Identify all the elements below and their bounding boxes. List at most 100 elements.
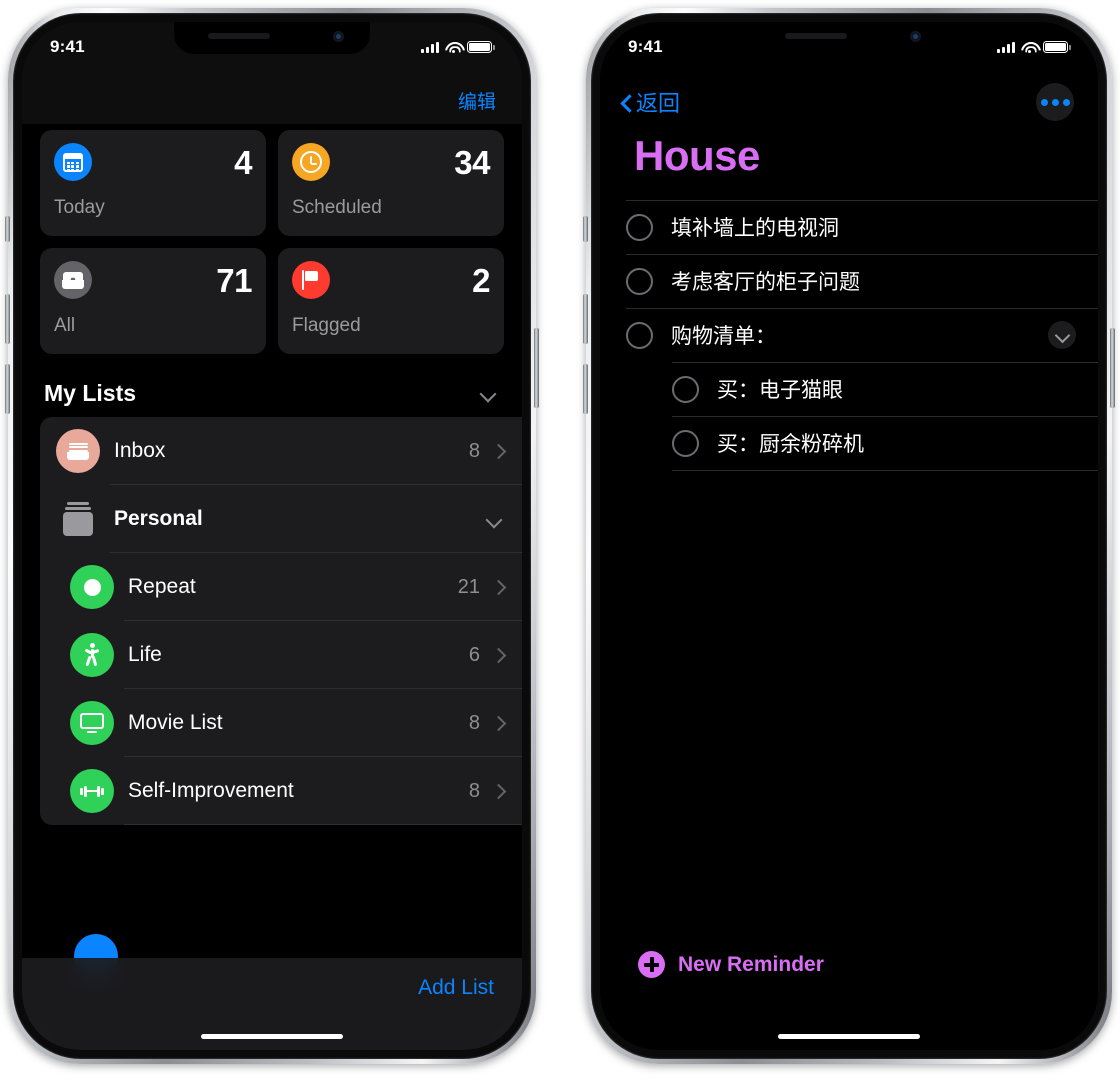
card-label-all: All — [54, 315, 76, 336]
power-button[interactable] — [1110, 328, 1115, 408]
left-screen: 编辑 9:41 4 Today 34 Scheduled 71 All 2 Fl… — [22, 22, 522, 1050]
walking-person-icon — [70, 633, 114, 677]
power-button[interactable] — [534, 328, 539, 408]
earpiece-speaker — [208, 33, 270, 39]
card-top-row: 71 — [54, 261, 252, 299]
inbox-tray-icon — [56, 429, 100, 473]
edit-button[interactable]: 编辑 — [458, 87, 496, 114]
row-separator — [626, 254, 1098, 255]
ellipsis-dot — [1051, 98, 1059, 106]
status-indicators — [421, 35, 495, 54]
tv-icon — [70, 701, 114, 745]
smart-card-all[interactable]: 71 All — [40, 248, 266, 354]
right-phone: 9:41 返回 House 填补墙上的电视洞 考虑客厅的柜子问题 购物清单： 买… — [583, 8, 1115, 1064]
mute-switch[interactable] — [5, 216, 10, 242]
list-group-personal[interactable]: Personal — [40, 485, 522, 553]
my-lists-header[interactable]: My Lists — [22, 354, 522, 417]
reminder-text-5: 买：厨余粉碎机 — [717, 433, 864, 456]
my-lists-container: Inbox 8 Personal Repeat 21 Life 6 Movie … — [40, 417, 522, 825]
reminder-checkbox[interactable] — [672, 375, 699, 403]
list-row-self-improvement[interactable]: Self-Improvement 8 — [40, 757, 522, 825]
status-time: 9:41 — [628, 37, 663, 56]
status-time: 9:41 — [50, 37, 85, 56]
list-row-inbox[interactable]: Inbox 8 — [40, 417, 522, 485]
list-name-life: Life — [128, 643, 162, 666]
more-options-button[interactable] — [1036, 83, 1074, 121]
reminder-row-5[interactable]: 买：厨余粉碎机 — [626, 416, 1098, 470]
back-button[interactable]: 返回 — [620, 86, 680, 118]
left-content: 4 Today 34 Scheduled 71 All 2 Flagged My… — [22, 124, 522, 1050]
list-name-self-improvement: Self-Improvement — [128, 779, 294, 802]
card-top-row: 2 — [292, 261, 490, 299]
home-indicator[interactable] — [778, 1034, 920, 1039]
reminder-text-3: 购物清单： — [671, 325, 776, 348]
new-reminder-button[interactable]: New Reminder — [638, 951, 824, 978]
notch — [174, 22, 370, 54]
card-count-all: 71 — [216, 261, 252, 299]
home-indicator[interactable] — [201, 1034, 343, 1039]
row-separator — [672, 470, 1098, 471]
volume-down-button[interactable] — [5, 364, 10, 414]
volume-up-button[interactable] — [5, 294, 10, 344]
front-camera — [333, 31, 344, 42]
smart-list-cards: 4 Today 34 Scheduled 71 All 2 Flagged — [22, 124, 522, 354]
list-row-repeat[interactable]: Repeat 21 — [40, 553, 522, 621]
plus-circle-icon — [638, 951, 665, 978]
card-top-row: 34 — [292, 143, 490, 181]
battery-icon — [1043, 41, 1071, 53]
group-name-personal: Personal — [114, 507, 203, 530]
wifi-icon — [445, 41, 461, 54]
list-row-life[interactable]: Life 6 — [40, 621, 522, 689]
cellular-signal-icon — [997, 41, 1015, 53]
smart-card-flagged[interactable]: 2 Flagged — [278, 248, 504, 354]
my-lists-title: My Lists — [44, 380, 137, 406]
list-name-inbox: Inbox — [114, 439, 166, 462]
row-separator — [672, 416, 1098, 417]
reminder-row-2[interactable]: 考虑客厅的柜子问题 — [626, 254, 1098, 308]
earpiece-speaker — [785, 33, 847, 39]
reminder-row-4[interactable]: 买：电子猫眼 — [626, 362, 1098, 416]
reminder-checkbox[interactable] — [626, 267, 653, 295]
list-row-movie-list[interactable]: Movie List 8 — [40, 689, 522, 757]
card-count-scheduled: 34 — [454, 143, 490, 181]
back-label: 返回 — [636, 91, 681, 116]
battery-icon — [467, 41, 495, 53]
chevron-left-icon — [620, 93, 633, 112]
page-title: House — [634, 132, 760, 179]
list-count-inbox: 8 — [468, 439, 480, 462]
chevron-down-icon[interactable] — [481, 386, 496, 401]
reminder-checkbox[interactable] — [626, 321, 653, 349]
chevron-right-icon — [492, 445, 504, 457]
volume-up-button[interactable] — [583, 294, 588, 344]
calendar-icon — [54, 143, 92, 181]
right-screen: 9:41 返回 House 填补墙上的电视洞 考虑客厅的柜子问题 购物清单： 买… — [600, 22, 1098, 1050]
reminder-row-1[interactable]: 填补墙上的电视洞 — [626, 200, 1098, 254]
chevron-right-icon — [492, 785, 504, 797]
mute-switch[interactable] — [583, 216, 588, 242]
smart-card-today[interactable]: 4 Today — [40, 130, 266, 236]
row-separator — [626, 308, 1098, 309]
tray-icon — [54, 261, 92, 299]
ellipsis-icon — [1040, 98, 1048, 106]
volume-down-button[interactable] — [583, 364, 588, 414]
card-label-flagged: Flagged — [292, 315, 361, 336]
status-indicators — [997, 35, 1071, 54]
card-top-row: 4 — [54, 143, 252, 181]
reminders-list-end — [626, 470, 1098, 471]
dumbbell-icon — [70, 769, 114, 813]
screenshot-canvas: 编辑 9:41 4 Today 34 Scheduled 71 All 2 Fl… — [0, 0, 1120, 1087]
ellipsis-dot — [1062, 98, 1070, 106]
card-count-flagged: 2 — [472, 261, 490, 299]
add-list-button[interactable]: Add List — [418, 976, 494, 1000]
card-label-scheduled: Scheduled — [292, 197, 382, 218]
list-count-life: 6 — [468, 643, 480, 666]
reminders-list: 填补墙上的电视洞 考虑客厅的柜子问题 购物清单： 买：电子猫眼 买：厨余粉碎机 — [600, 200, 1098, 471]
reminder-text-4: 买：电子猫眼 — [717, 379, 843, 402]
reminder-row-3[interactable]: 购物清单： — [626, 308, 1098, 362]
chevron-down-icon[interactable] — [487, 512, 502, 527]
reminder-checkbox[interactable] — [626, 213, 653, 241]
smart-card-scheduled[interactable]: 34 Scheduled — [278, 130, 504, 236]
reminder-text-2: 考虑客厅的柜子问题 — [671, 271, 860, 294]
reminder-checkbox[interactable] — [672, 429, 699, 457]
chevron-down-icon[interactable] — [1048, 321, 1076, 349]
